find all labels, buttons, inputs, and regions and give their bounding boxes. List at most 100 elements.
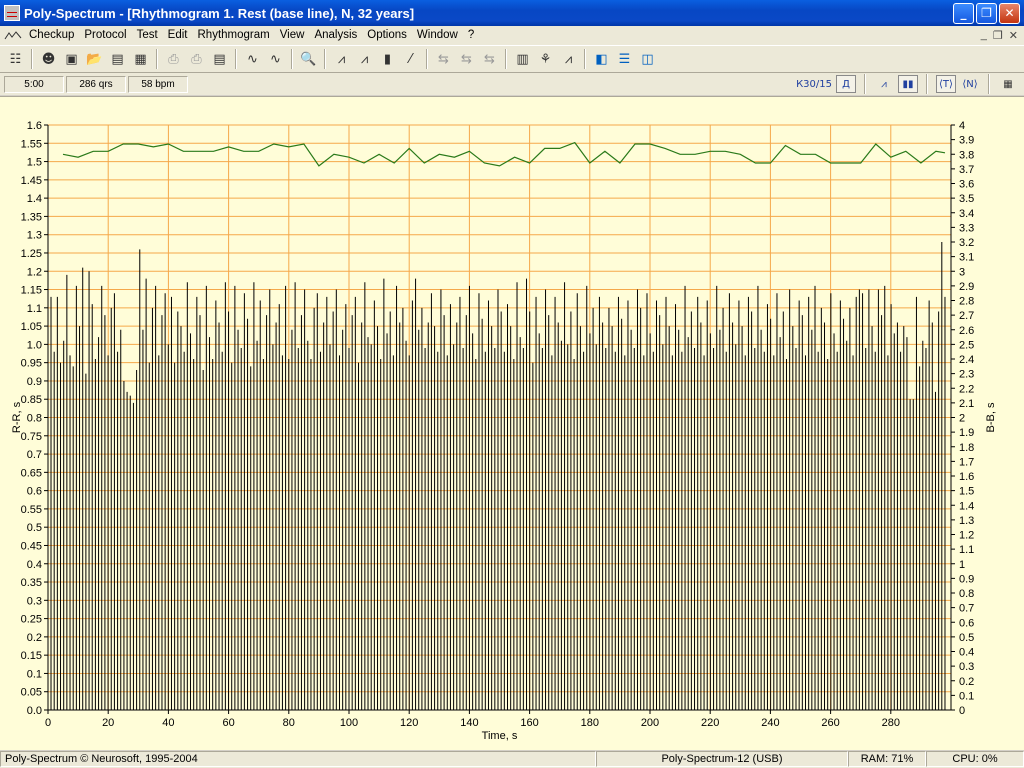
y-tick-label-right: 1.8	[959, 442, 974, 454]
y-tick-label-right: 4	[959, 120, 965, 132]
rhythmogram-icon[interactable]: ⩘	[330, 48, 353, 70]
y-tick-label-left: 0.9	[27, 376, 42, 388]
y-tick-label-right: 1.2	[959, 530, 974, 542]
menu-options[interactable]: Options	[362, 26, 412, 45]
y-tick-label-right: 3.9	[959, 135, 974, 147]
y-tick-label-left: 0.35	[21, 577, 42, 589]
duration-field: 5:00	[4, 75, 64, 93]
y-tick-label-right: 2.2	[959, 383, 974, 395]
print-icon[interactable]: ⎙	[185, 48, 208, 70]
print-preview-icon[interactable]: ⎙	[162, 48, 185, 70]
y-tick-label-right: 1.9	[959, 427, 974, 439]
interval-n-icon[interactable]: ⟨N⟩	[960, 75, 980, 93]
y-tick-label-left: 0.05	[21, 687, 42, 699]
mdi-close-icon[interactable]: ✕	[1009, 29, 1018, 42]
y-tick-label-right: 0.4	[959, 647, 974, 659]
y-tick-label-right: 1.1	[959, 544, 974, 556]
spectrum-icon[interactable]: ⩘	[353, 48, 376, 70]
status-ram: RAM: 71%	[848, 751, 926, 767]
y-tick-label-left: 0.8	[27, 413, 42, 425]
tile-vertical-icon[interactable]: ◫	[636, 48, 659, 70]
y-tick-label-left: 0.3	[27, 595, 42, 607]
ecg-view-icon[interactable]: ∿	[241, 48, 264, 70]
y-tick-label-right: 2.1	[959, 398, 974, 410]
minimize-button[interactable]: _	[953, 2, 974, 24]
toolbar-separator	[324, 49, 326, 69]
y-tick-label-right: 2.3	[959, 369, 974, 381]
view-controls: К30/15 Д ⩘ ▮▮ ⟨T⟩ ⟨N⟩ ▦	[796, 74, 1024, 94]
y-tick-label-right: 0.2	[959, 676, 974, 688]
export-icon[interactable]: ▦	[129, 48, 152, 70]
restore-button[interactable]: ❐	[976, 2, 997, 24]
report-icon[interactable]: ▤	[208, 48, 231, 70]
y-tick-label-right: 3.5	[959, 193, 974, 205]
kbt-icon[interactable]: ▥	[511, 48, 534, 70]
rhythmogram-document-icon[interactable]	[4, 29, 22, 43]
y-tick-label-left: 0.25	[21, 614, 42, 626]
menu-analysis[interactable]: Analysis	[309, 26, 362, 45]
tile-horizontal-icon[interactable]: ☰	[613, 48, 636, 70]
y-tick-label-left: 0.7	[27, 449, 42, 461]
toolbar: ☷ ☻ ▣ 📂 ▤ ▦ ⎙ ⎙ ▤ ∿ ∿ 🔍 ⩘ ⩘ ▮ ⁄ ⇆ ⇆ ⇆ ▥ …	[0, 45, 1024, 73]
toolbar-separator	[235, 49, 237, 69]
ecg-edit-icon[interactable]: ∿	[264, 48, 287, 70]
menu-window[interactable]: Window	[412, 26, 463, 45]
marker-2-icon[interactable]: ⇆	[455, 48, 478, 70]
zoom-icon[interactable]: 🔍	[297, 48, 320, 70]
y-tick-label-left: 0.5	[27, 522, 42, 534]
close-button[interactable]: ✕	[999, 2, 1020, 24]
menu-test[interactable]: Test	[132, 26, 163, 45]
y-tick-label-right: 2	[959, 413, 965, 425]
y-tick-label-right: 3	[959, 266, 965, 278]
patient-icon[interactable]: ☻	[37, 48, 60, 70]
tree-icon[interactable]: ☷	[4, 48, 27, 70]
menu-rhythmogram[interactable]: Rhythmogram	[193, 26, 275, 45]
y-axis-title-right: B-B, s	[985, 402, 997, 432]
y-tick-label-right: 2.9	[959, 281, 974, 293]
info-bar: 5:00 286 qrs 58 bpm К30/15 Д ⩘ ▮▮ ⟨T⟩ ⟨N…	[0, 73, 1024, 95]
x-tick-label: 0	[45, 717, 51, 729]
cascade-icon[interactable]: ◧	[590, 48, 613, 70]
y-axis-title-left: R-R, s	[11, 401, 23, 433]
status-copyright: Poly-Spectrum © Neurosoft, 1995-2004	[0, 751, 596, 767]
rhythmogram-chart[interactable]: 0.0 0.05 0.1 0.15 0.2 0.25 0.3 0.35 0.4 0.45 0.5 0.…	[0, 97, 1024, 751]
patient-card-icon[interactable]: ▣	[60, 48, 83, 70]
line-view-icon[interactable]: ⩘	[874, 75, 894, 93]
qrs-count-field: 286 qrs	[66, 75, 126, 93]
marker-3-icon[interactable]: ⇆	[478, 48, 501, 70]
histogram-icon[interactable]: ▮	[376, 48, 399, 70]
app-icon[interactable]	[4, 5, 20, 21]
y-tick-label-left: 0.2	[27, 632, 42, 644]
y-tick-label-right: 2.4	[959, 354, 974, 366]
menu-help[interactable]: ?	[463, 26, 479, 45]
x-tick-label: 100	[340, 717, 358, 729]
rhythmogram-chart-area[interactable]: 0.0 0.05 0.1 0.15 0.2 0.25 0.3 0.35 0.4 0.45 0.5 0.…	[0, 96, 1024, 750]
menu-edit[interactable]: Edit	[163, 26, 193, 45]
trend-icon[interactable]: ⩘	[557, 48, 580, 70]
activity-icon[interactable]: ⚘	[534, 48, 557, 70]
open-folder-icon[interactable]: 📂	[83, 48, 106, 70]
d-button[interactable]: Д	[836, 75, 856, 93]
table-icon[interactable]: ▦	[998, 75, 1018, 93]
scatter-icon[interactable]: ⁄	[399, 48, 422, 70]
marker-1-icon[interactable]: ⇆	[432, 48, 455, 70]
y-tick-label-right: 2.7	[959, 310, 974, 322]
interval-t-icon[interactable]: ⟨T⟩	[936, 75, 956, 93]
y-tick-label-right: 1.5	[959, 486, 974, 498]
y-tick-label-left: 1.0	[27, 339, 42, 351]
menu-checkup[interactable]: Checkup	[24, 26, 79, 45]
status-bar: Poly-Spectrum © Neurosoft, 1995-2004 Pol…	[0, 751, 1024, 768]
bar-view-icon[interactable]: ▮▮	[898, 75, 918, 93]
menu-protocol[interactable]: Protocol	[79, 26, 131, 45]
mdi-minimize-icon[interactable]: _	[981, 29, 987, 42]
y-tick-label-left: 1.25	[21, 248, 42, 260]
x-tick-label: 220	[701, 717, 719, 729]
y-tick-label-right: 3.3	[959, 222, 974, 234]
menu-view[interactable]: View	[275, 26, 310, 45]
y-tick-label-right: 3.4	[959, 208, 974, 220]
k30-15-button[interactable]: К30/15	[796, 75, 832, 93]
save-icon[interactable]: ▤	[106, 48, 129, 70]
x-tick-label: 60	[222, 717, 234, 729]
y-tick-label-left: 1.6	[27, 120, 42, 132]
mdi-restore-icon[interactable]: ❐	[993, 29, 1003, 42]
